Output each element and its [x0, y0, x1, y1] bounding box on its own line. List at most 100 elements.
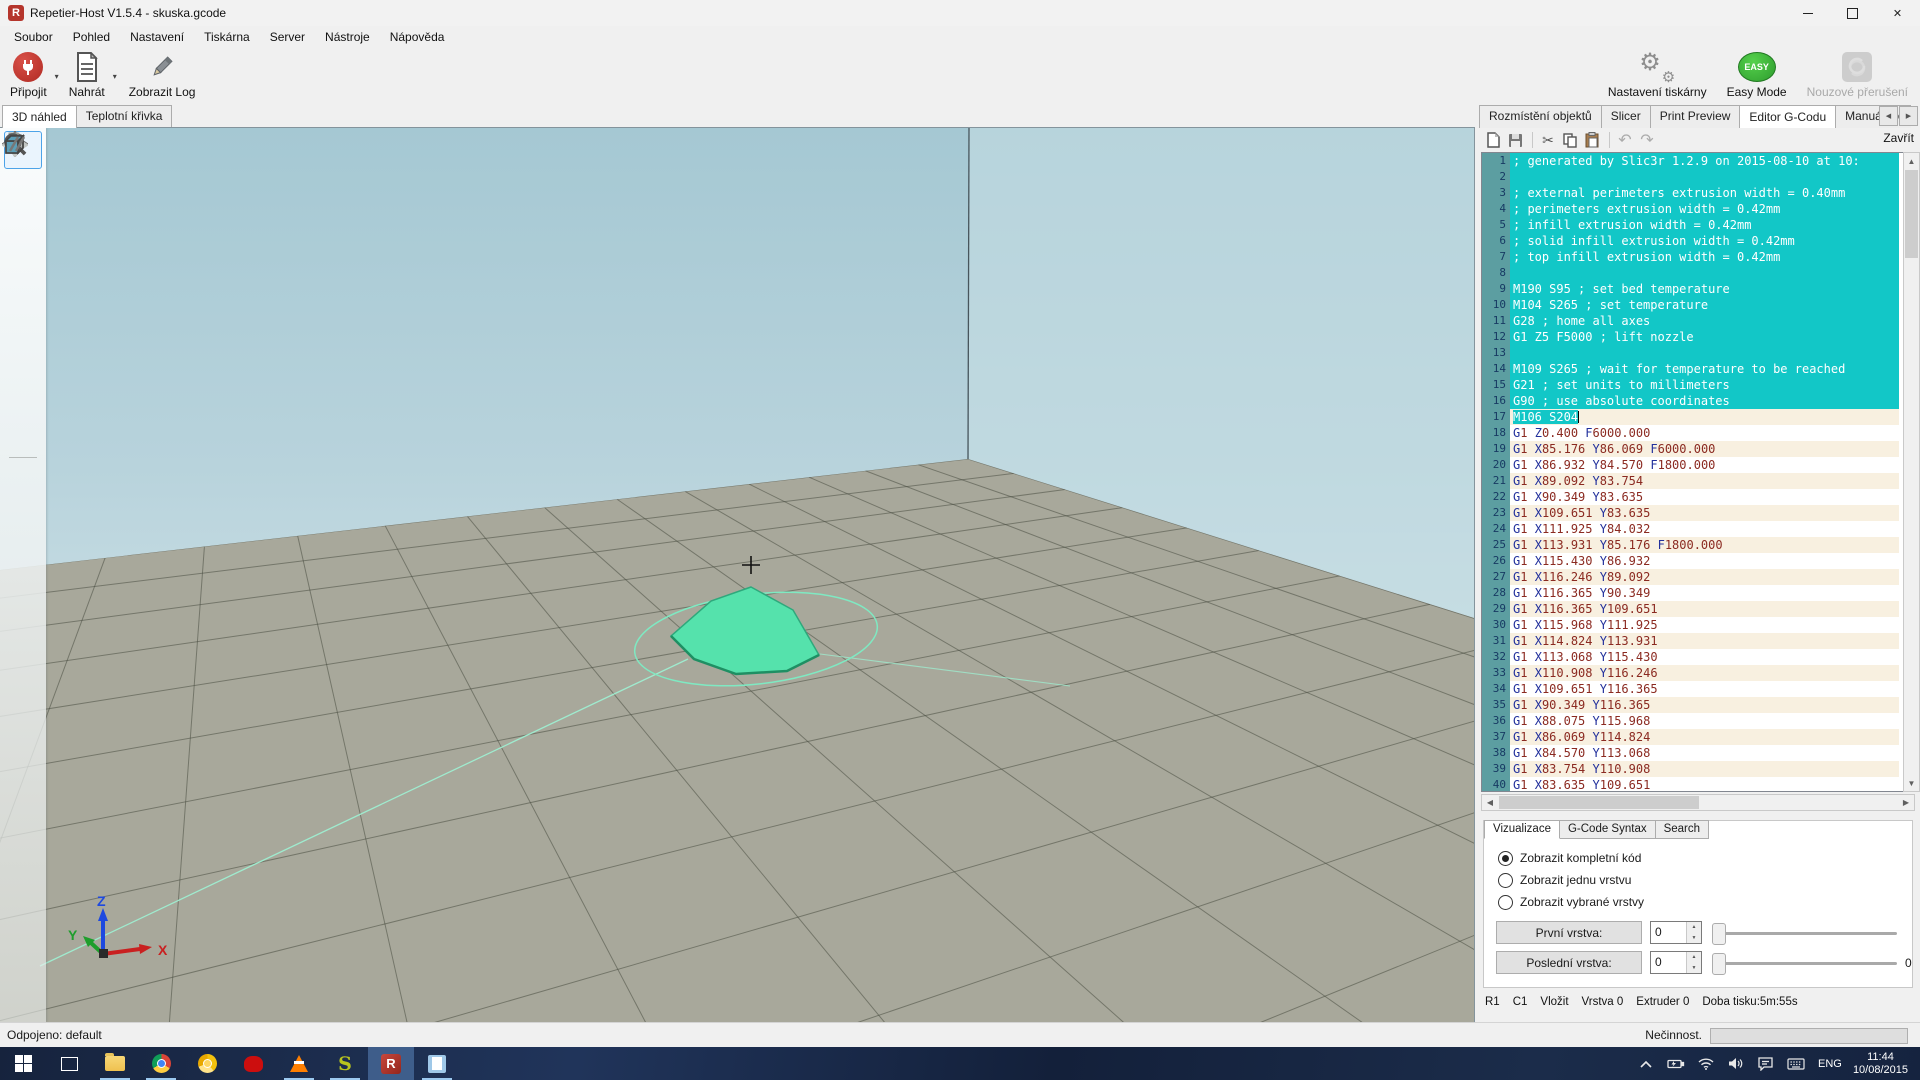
code-line[interactable]: 17M106 S204 [1482, 409, 1899, 425]
menu-nastaven[interactable]: Nastavení [120, 28, 194, 46]
emergency-stop-button[interactable]: Nouzové přerušení [1801, 49, 1914, 101]
code-line[interactable]: 24G1 X111.925 Y84.032 [1482, 521, 1899, 537]
save-button[interactable] [1505, 130, 1525, 150]
load-dropdown-icon[interactable]: ▾ [113, 72, 117, 81]
code-line[interactable]: 6; solid infill extrusion width = 0.42mm [1482, 233, 1899, 249]
tab-temperature-curve[interactable]: Teplotní křivka [76, 105, 173, 128]
code-line[interactable]: 36G1 X88.075 Y115.968 [1482, 713, 1899, 729]
code-line[interactable]: 11G28 ; home all axes [1482, 313, 1899, 329]
code-line[interactable]: 9M190 S95 ; set bed temperature [1482, 281, 1899, 297]
code-line[interactable]: 19G1 X85.176 Y86.069 F6000.000 [1482, 441, 1899, 457]
move-object-button[interactable] [4, 211, 42, 249]
show-log-button[interactable]: Zobrazit Log [123, 49, 202, 101]
paste-button[interactable] [1582, 130, 1602, 150]
scroll-left-icon[interactable]: ◀ [1482, 795, 1498, 810]
close-button[interactable]: ✕ [1875, 0, 1920, 26]
menu-soubor[interactable]: Soubor [4, 28, 63, 46]
code-line[interactable]: 40G1 X83.635 Y109.651 [1482, 777, 1899, 792]
taskbar-chrome-canary[interactable] [184, 1047, 230, 1080]
tab-3d-preview[interactable]: 3D náhled [2, 105, 77, 128]
code-line[interactable]: 31G1 X114.824 Y113.931 [1482, 633, 1899, 649]
code-line[interactable]: 39G1 X83.754 Y110.908 [1482, 761, 1899, 777]
taskbar-red-app[interactable] [230, 1047, 276, 1080]
radio-zobrazit-jednu-vrstvu[interactable]: Zobrazit jednu vrstvu [1498, 869, 1644, 891]
printer-settings-button[interactable]: ⚙⚙ Nastavení tiskárny [1602, 49, 1713, 101]
code-line[interactable]: 38G1 X84.570 Y113.068 [1482, 745, 1899, 761]
move-view-button[interactable] [4, 171, 42, 209]
menu-tisk-rna[interactable]: Tiskárna [194, 28, 260, 46]
tab-print-preview[interactable]: Print Preview [1650, 105, 1741, 128]
radio-zobrazit-vybran-vrstvy[interactable]: Zobrazit vybrané vrstvy [1498, 891, 1644, 913]
action-center-icon[interactable] [1751, 1047, 1781, 1080]
top-view-button[interactable] [4, 411, 42, 449]
wifi-icon[interactable] [1691, 1047, 1721, 1080]
battery-icon[interactable] [1661, 1047, 1691, 1080]
code-line[interactable]: 8 [1482, 265, 1899, 281]
code-line[interactable]: 13 [1482, 345, 1899, 361]
taskbar-notepad[interactable] [414, 1047, 460, 1080]
vertical-scrollbar[interactable]: ▲ ▼ [1903, 152, 1920, 792]
cut-button[interactable]: ✂ [1538, 130, 1558, 150]
parallel-projection-button[interactable] [4, 464, 42, 502]
code-line[interactable]: 22G1 X90.349 Y83.635 [1482, 489, 1899, 505]
front-view-button[interactable] [4, 371, 42, 409]
menu-n-pov-da[interactable]: Nápověda [380, 28, 455, 46]
code-line[interactable]: 37G1 X86.069 Y114.824 [1482, 729, 1899, 745]
new-file-button[interactable] [1483, 130, 1503, 150]
undo-button[interactable]: ↶ [1615, 130, 1635, 150]
code-line[interactable]: 5; infill extrusion width = 0.42mm [1482, 217, 1899, 233]
radio-zobrazit-kompletn-k-d[interactable]: Zobrazit kompletní kód [1498, 847, 1644, 869]
last-layer-slider[interactable] [1712, 953, 1897, 973]
scroll-right-icon[interactable]: ▶ [1898, 795, 1914, 810]
code-line[interactable]: 20G1 X86.932 Y84.570 F1800.000 [1482, 457, 1899, 473]
spin-up-icon[interactable]: ▲ [1686, 922, 1701, 933]
tab-slicer[interactable]: Slicer [1601, 105, 1651, 128]
gcode-editor[interactable]: 1; generated by Slic3r 1.2.9 on 2015-08-… [1481, 152, 1915, 792]
taskbar-chrome[interactable] [138, 1047, 184, 1080]
editor-close-button[interactable]: Zavřít [1883, 131, 1914, 145]
scroll-down-icon[interactable]: ▼ [1904, 775, 1919, 791]
connect-dropdown-icon[interactable]: ▾ [55, 72, 59, 81]
horizontal-scrollbar[interactable]: ◀ ▶ [1481, 794, 1915, 811]
menu-pohled[interactable]: Pohled [63, 28, 120, 46]
taskbar-file-explorer[interactable] [92, 1047, 138, 1080]
load-button[interactable]: Nahrát ▾ [63, 49, 111, 101]
code-line[interactable]: 10M104 S265 ; set temperature [1482, 297, 1899, 313]
code-line[interactable]: 29G1 X116.365 Y109.651 [1482, 601, 1899, 617]
radio-button[interactable] [1498, 895, 1513, 910]
menu-server[interactable]: Server [260, 28, 315, 46]
isometric-view-button[interactable] [4, 331, 42, 369]
zoom-button[interactable] [4, 251, 42, 289]
viz-tab-search[interactable]: Search [1655, 820, 1709, 839]
code-line[interactable]: 3; external perimeters extrusion width =… [1482, 185, 1899, 201]
easy-mode-button[interactable]: EASY Easy Mode [1721, 49, 1793, 101]
taskbar-slic3r[interactable]: S [322, 1047, 368, 1080]
tab-editor-g-codu[interactable]: Editor G-Codu [1739, 105, 1836, 128]
code-line[interactable]: 33G1 X110.908 Y116.246 [1482, 665, 1899, 681]
slider-thumb[interactable] [1712, 923, 1726, 945]
code-line[interactable]: 4; perimeters extrusion width = 0.42mm [1482, 201, 1899, 217]
copy-button[interactable] [1560, 130, 1580, 150]
taskbar-task-view[interactable] [46, 1047, 92, 1080]
code-line[interactable]: 7; top infill extrusion width = 0.42mm [1482, 249, 1899, 265]
code-line[interactable]: 35G1 X90.349 Y116.365 [1482, 697, 1899, 713]
spin-up-icon[interactable]: ▲ [1686, 952, 1701, 963]
tray-chevron-icon[interactable] [1631, 1047, 1661, 1080]
taskbar-start[interactable] [0, 1047, 46, 1080]
maximize-button[interactable] [1830, 0, 1875, 26]
viz-tab-vizualizace[interactable]: Vizualizace [1484, 820, 1560, 839]
taskbar-repetier-host[interactable]: R [368, 1047, 414, 1080]
code-line[interactable]: 34G1 X109.651 Y116.365 [1482, 681, 1899, 697]
slider-thumb[interactable] [1712, 953, 1726, 975]
code-line[interactable]: 26G1 X115.430 Y86.932 [1482, 553, 1899, 569]
taskbar-vlc[interactable] [276, 1047, 322, 1080]
redo-button[interactable]: ↷ [1637, 130, 1657, 150]
code-line[interactable]: 32G1 X113.068 Y115.430 [1482, 649, 1899, 665]
tabs-scroll-left-icon[interactable]: ◀ [1879, 106, 1898, 126]
speaker-icon[interactable] [1721, 1047, 1751, 1080]
scroll-up-icon[interactable]: ▲ [1904, 153, 1919, 169]
radio-button[interactable] [1498, 873, 1513, 888]
vertical-scrollbar-thumb[interactable] [1905, 170, 1918, 258]
first-layer-spinner[interactable]: 0 ▲▼ [1650, 921, 1702, 944]
connect-button[interactable]: Připojit ▾ [4, 49, 53, 101]
